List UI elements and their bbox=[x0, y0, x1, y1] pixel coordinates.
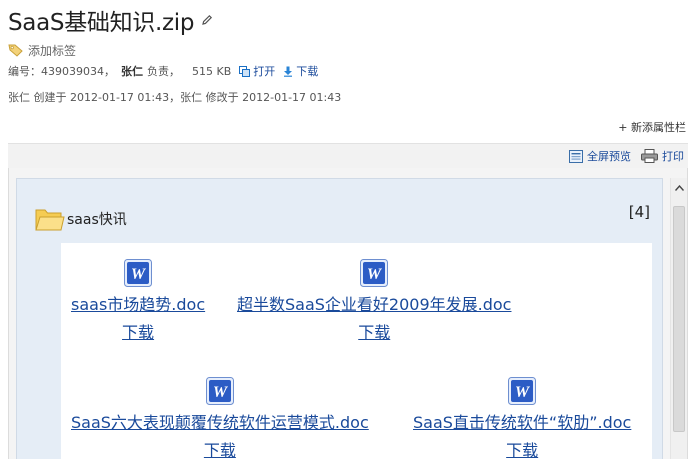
open-label: 打开 bbox=[253, 65, 276, 78]
folder-icon bbox=[35, 209, 65, 231]
add-tag-label: 添加标签 bbox=[28, 43, 77, 58]
page-title: SaaS基础知识.zip bbox=[8, 10, 195, 36]
download-arrow-icon bbox=[284, 66, 293, 77]
add-tag-link[interactable]: 添加标签 bbox=[8, 41, 76, 59]
file-download-link[interactable]: 下载 bbox=[506, 441, 538, 459]
file-name-link[interactable]: SaaS六大表现颠覆传统软件运营模式.doc bbox=[71, 413, 369, 433]
file-download-link[interactable]: 下载 bbox=[358, 323, 390, 343]
svg-text:W: W bbox=[515, 384, 531, 401]
download-label: 下载 bbox=[296, 65, 319, 78]
file-title-row: SaaS基础知识.zip bbox=[8, 4, 213, 36]
tag-icon bbox=[8, 44, 23, 57]
folder-panel: saas快讯 [4] W saas市场趋势.doc 下载 W 超半数SaaS企业… bbox=[16, 178, 663, 459]
vertical-scrollbar[interactable] bbox=[670, 178, 687, 459]
word-doc-icon: W bbox=[205, 377, 234, 405]
print-label: 打印 bbox=[662, 150, 684, 163]
preview-toolbar: 全屏预览 打印 bbox=[8, 143, 688, 168]
svg-text:W: W bbox=[367, 266, 383, 283]
print-button[interactable]: 打印 bbox=[641, 148, 684, 164]
audit-info: 张仁 创建于 2012-01-17 01:43，张仁 修改于 2012-01-1… bbox=[8, 88, 341, 106]
fullscreen-label: 全屏预览 bbox=[587, 150, 631, 163]
preview-viewer: saas快讯 [4] W saas市场趋势.doc 下载 W 超半数SaaS企业… bbox=[8, 168, 688, 459]
open-button[interactable]: 打开 bbox=[239, 63, 275, 79]
file-name-link[interactable]: 超半数SaaS企业看好2009年发展.doc bbox=[237, 295, 511, 315]
word-doc-icon: W bbox=[508, 377, 537, 405]
add-attribute-button[interactable]: + 新添属性栏 bbox=[618, 119, 686, 135]
file-grid: W saas市场趋势.doc 下载 W 超半数SaaS企业看好2009年发展.d… bbox=[61, 243, 652, 459]
id-label: 编号： bbox=[8, 65, 41, 78]
file-item[interactable]: W SaaS六大表现颠覆传统软件运营模式.doc 下载 bbox=[71, 377, 369, 459]
download-button[interactable]: 下载 bbox=[283, 63, 318, 79]
file-item[interactable]: W 超半数SaaS企业看好2009年发展.doc 下载 bbox=[237, 259, 511, 343]
pencil-icon[interactable] bbox=[201, 14, 213, 26]
file-count: [4] bbox=[628, 203, 650, 221]
id-value: 439039034， bbox=[41, 65, 115, 78]
printer-icon bbox=[641, 149, 658, 163]
file-item[interactable]: W saas市场趋势.doc 下载 bbox=[71, 259, 205, 343]
scroll-up-arrow-icon[interactable] bbox=[671, 178, 687, 198]
owner-role: 负责， bbox=[147, 65, 180, 78]
word-doc-icon: W bbox=[360, 259, 389, 287]
svg-text:W: W bbox=[131, 266, 147, 283]
file-name-link[interactable]: SaaS直击传统软件“软肋”.doc bbox=[413, 413, 631, 433]
fullscreen-icon bbox=[569, 149, 583, 163]
word-doc-icon: W bbox=[124, 259, 153, 287]
open-icon bbox=[239, 65, 251, 77]
file-download-link[interactable]: 下载 bbox=[122, 323, 154, 343]
folder-name[interactable]: saas快讯 bbox=[67, 209, 127, 229]
file-item[interactable]: W SaaS直击传统软件“软肋”.doc 下载 bbox=[413, 377, 631, 459]
svg-text:W: W bbox=[213, 384, 229, 401]
file-download-link[interactable]: 下载 bbox=[204, 441, 236, 459]
audit-text: 张仁 创建于 2012-01-17 01:43，张仁 修改于 2012-01-1… bbox=[8, 91, 342, 104]
scroll-thumb[interactable] bbox=[673, 206, 685, 432]
file-size: 515 KB bbox=[192, 64, 232, 78]
owner-name: 张仁 bbox=[121, 65, 143, 78]
file-meta-row: 编号： 439039034， 张仁 负责， 515 KB 打开 下载 bbox=[8, 62, 318, 80]
folder-header: saas快讯 bbox=[35, 206, 127, 232]
fullscreen-preview-button[interactable]: 全屏预览 bbox=[569, 148, 631, 164]
file-name-link[interactable]: saas市场趋势.doc bbox=[71, 295, 205, 315]
